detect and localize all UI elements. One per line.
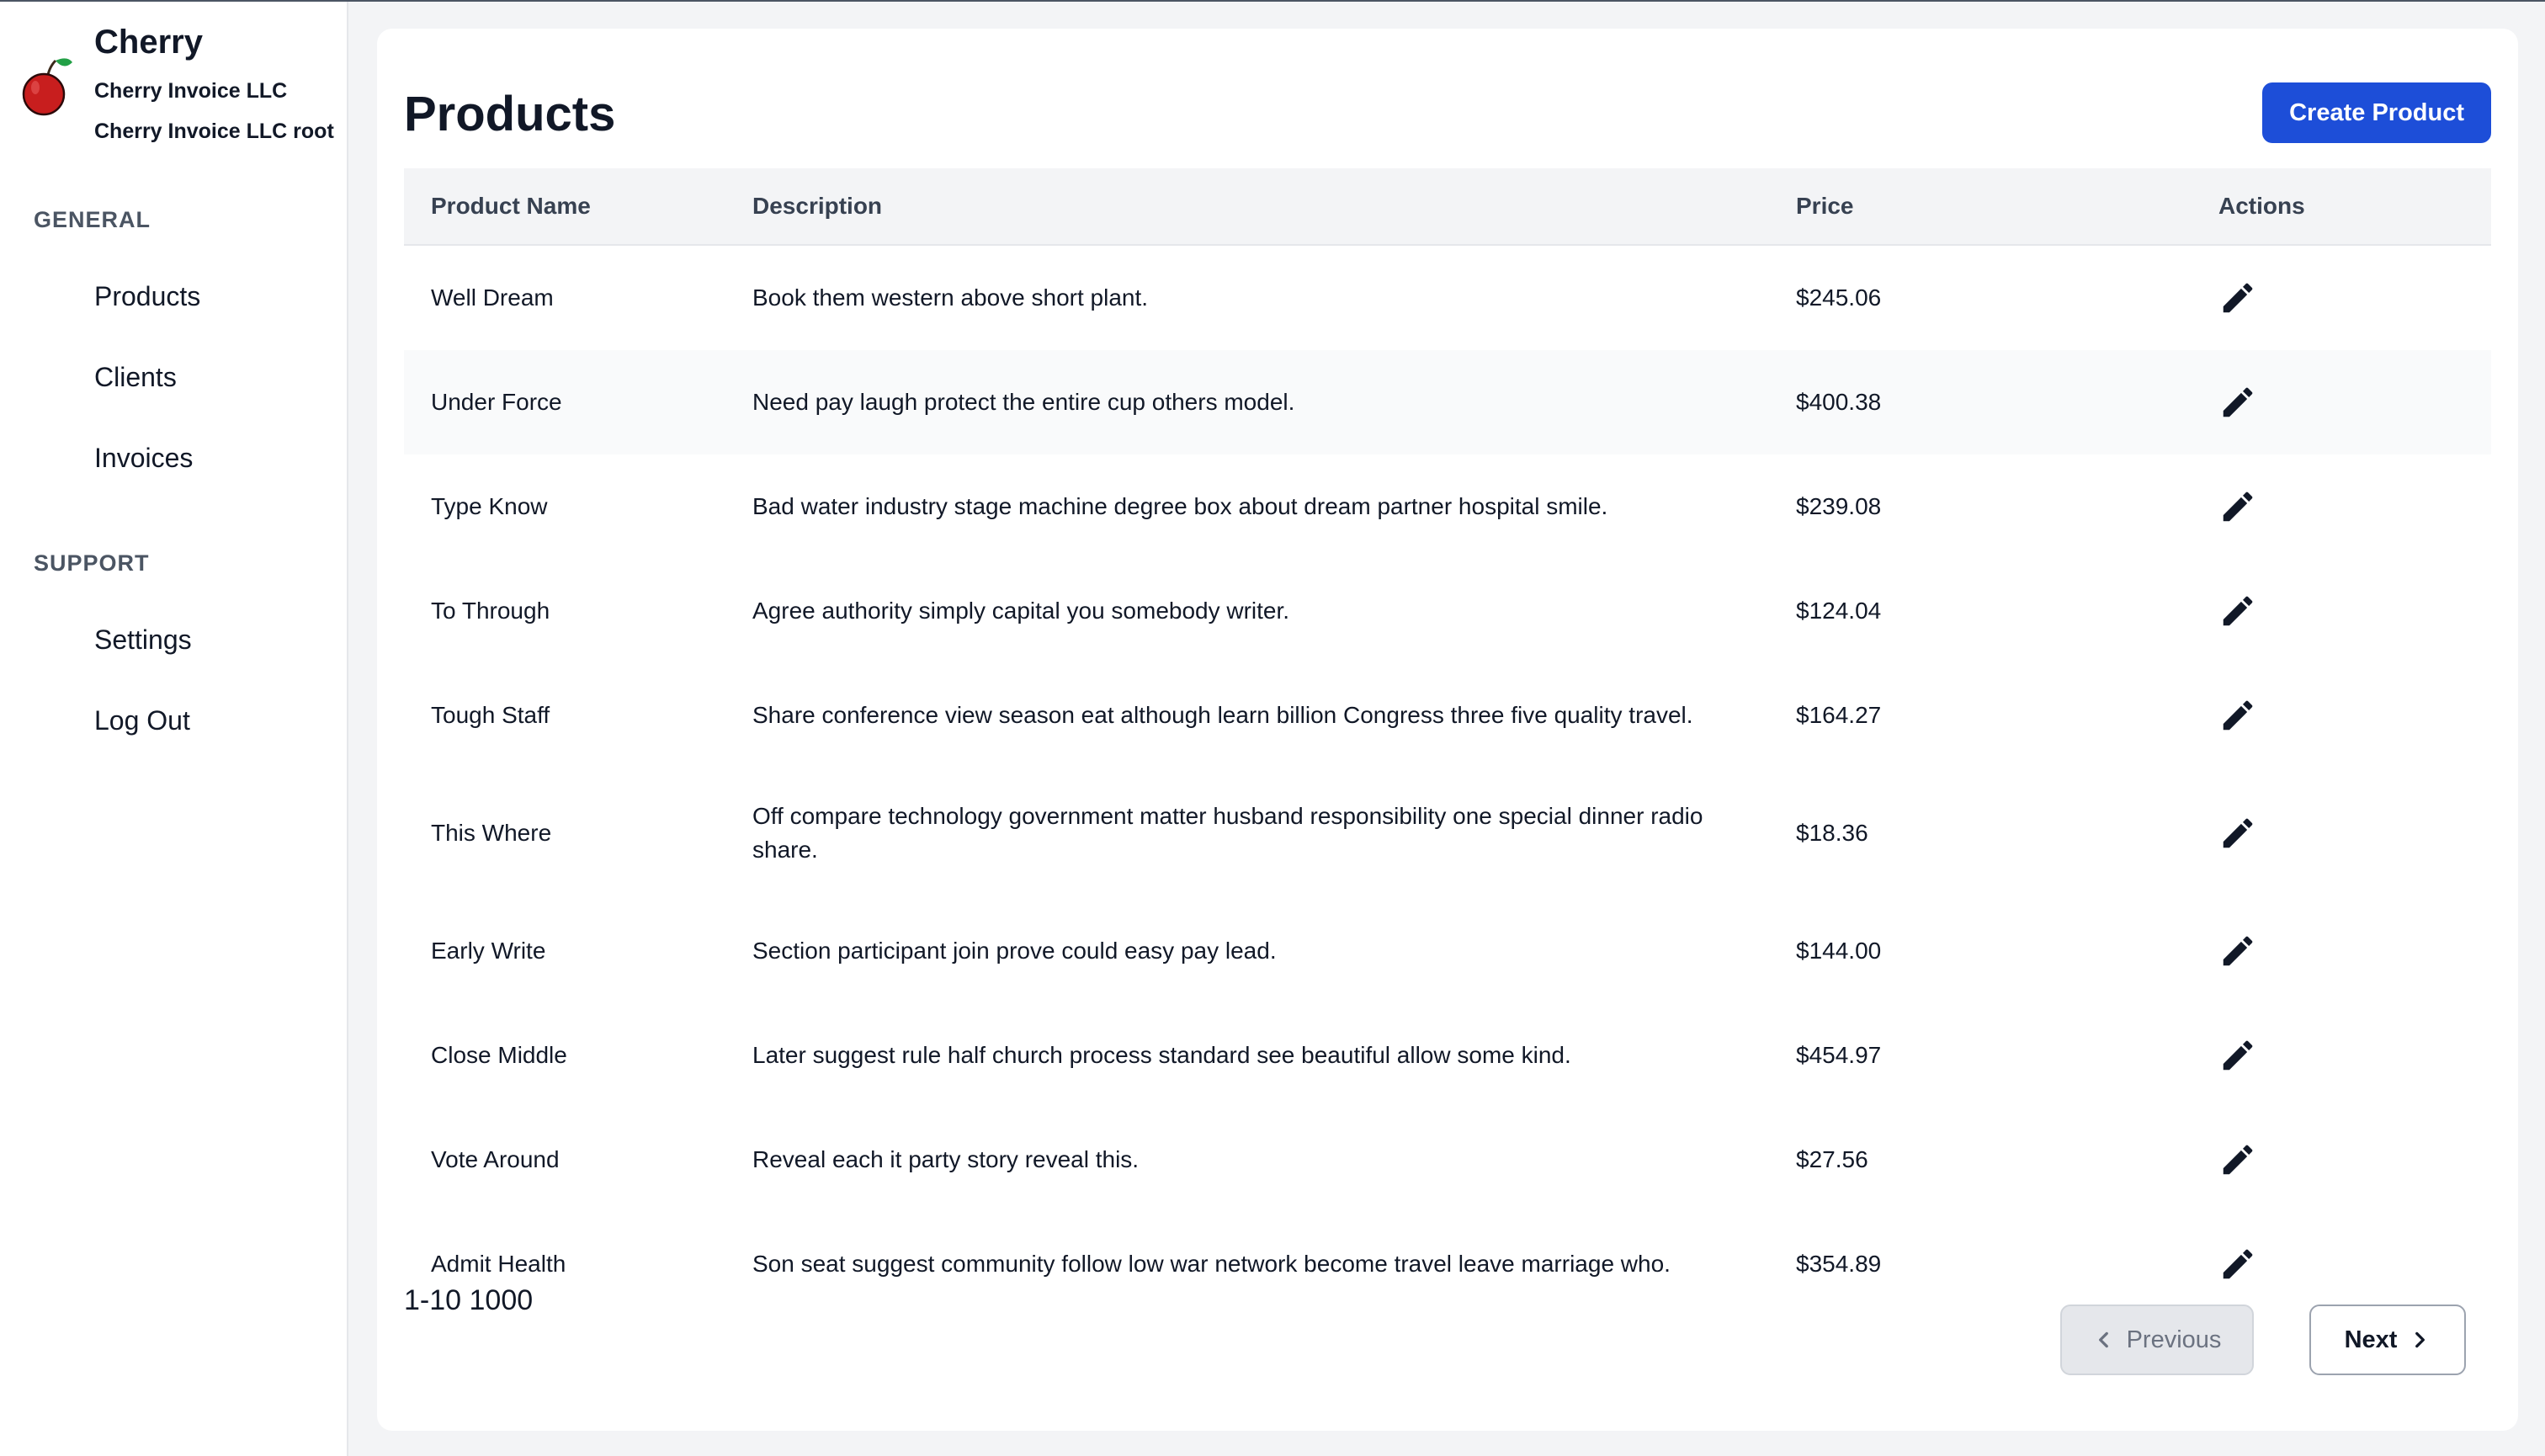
table-row: Tough Staff Share conference view season … [404, 663, 2491, 768]
product-name-cell: To Through [431, 598, 550, 624]
sidebar: Cherry Cherry Invoice LLC Cherry Invoice… [0, 2, 348, 1456]
pencil-icon[interactable] [2218, 487, 2257, 526]
pencil-icon[interactable] [2218, 1245, 2257, 1283]
price-cell: $239.08 [1796, 493, 1882, 519]
nav-heading-general: GENERAL [34, 207, 151, 232]
product-name-cell: Vote Around [431, 1146, 560, 1172]
products-table: Product Name Description Price Actions W… [404, 168, 2491, 1316]
price-cell: $245.06 [1796, 284, 1882, 311]
pencil-icon[interactable] [2218, 279, 2257, 317]
actions-cell [2213, 487, 2491, 526]
product-name-cell: Tough Staff [431, 702, 550, 728]
description-cell: Book them western above short plant. [752, 284, 1149, 311]
pencil-icon[interactable] [2218, 383, 2257, 422]
product-name-cell: This Where [431, 820, 552, 846]
table-row: Vote Around Reveal each it party story re… [404, 1108, 2491, 1212]
description-cell: Later suggest rule half church process s… [752, 1042, 1571, 1068]
price-cell: $400.38 [1796, 389, 1882, 415]
pagination-range: 1-10 1000 [404, 1284, 533, 1317]
next-button[interactable]: Next [2309, 1305, 2466, 1375]
header-price: Price [1796, 193, 1854, 219]
pagination-range-value: 1-10 [404, 1284, 462, 1316]
product-name-cell: Close Middle [431, 1042, 567, 1068]
pencil-icon[interactable] [2218, 592, 2257, 630]
cherry-logo-icon [22, 58, 72, 116]
price-cell: $18.36 [1796, 820, 1868, 846]
table-row: Under Force Need pay laugh protect the en… [404, 350, 2491, 454]
brand-name: Cherry [94, 24, 203, 61]
next-label: Next [2344, 1326, 2398, 1353]
actions-cell [2213, 1140, 2491, 1179]
description-cell: Bad water industry stage machine degree … [752, 493, 1608, 519]
previous-button[interactable]: Previous [2060, 1305, 2254, 1375]
actions-cell [2213, 814, 2491, 853]
header-actions: Actions [2218, 193, 2305, 219]
description-cell: Section participant join prove could eas… [752, 938, 1277, 964]
pencil-icon[interactable] [2218, 932, 2257, 970]
price-cell: $27.56 [1796, 1146, 1868, 1172]
product-name-cell: Under Force [431, 389, 562, 415]
actions-cell [2213, 1036, 2491, 1075]
description-cell: Agree authority simply capital you someb… [752, 598, 1290, 624]
product-name-cell: Well Dream [431, 284, 554, 311]
product-name-cell: Type Know [431, 493, 548, 519]
table-row: To Through Agree authority simply capital… [404, 559, 2491, 663]
table-row: Close Middle Later suggest rule half chur… [404, 1003, 2491, 1108]
pencil-icon[interactable] [2218, 1036, 2257, 1075]
page-title: Products [404, 87, 616, 141]
pencil-icon[interactable] [2218, 1140, 2257, 1179]
price-cell: $164.27 [1796, 702, 1882, 728]
product-name-cell: Admit Health [431, 1251, 566, 1277]
description-cell: Reveal each it party story reveal this. [752, 1146, 1140, 1172]
actions-cell [2213, 383, 2491, 422]
products-card: Products Create Product Product Name Des… [377, 29, 2518, 1431]
product-name-cell: Early Write [431, 938, 546, 964]
actions-cell [2213, 1245, 2491, 1283]
price-cell: $124.04 [1796, 598, 1882, 624]
description-cell: Off compare technology government matter… [752, 803, 1703, 863]
price-cell: $354.89 [1796, 1251, 1882, 1277]
actions-cell [2213, 932, 2491, 970]
sidebar-item-logout[interactable]: Log Out [94, 705, 190, 736]
chevron-left-icon [2098, 1331, 2108, 1348]
pagination-total: 1000 [469, 1284, 534, 1316]
pencil-icon[interactable] [2218, 814, 2257, 853]
pencil-icon[interactable] [2218, 696, 2257, 735]
table-row: Type Know Bad water industry stage machin… [404, 454, 2491, 559]
nav-heading-support: SUPPORT [34, 550, 150, 576]
sidebar-item-clients[interactable]: Clients [94, 362, 177, 393]
previous-label: Previous [2126, 1326, 2222, 1353]
create-product-button[interactable]: Create Product [2262, 82, 2491, 143]
header-product-name: Product Name [431, 193, 591, 219]
brand-header: Cherry Cherry Invoice LLC Cherry Invoice… [0, 2, 348, 170]
chevron-right-icon [2415, 1331, 2425, 1348]
table-header: Product Name Description Price Actions [404, 168, 2491, 246]
price-cell: $454.97 [1796, 1042, 1882, 1068]
header-description: Description [752, 193, 883, 219]
actions-cell [2213, 279, 2491, 317]
table-row: Well Dream Book them western above short … [404, 246, 2491, 350]
table-row: Early Write Section participant join prov… [404, 899, 2491, 1003]
user-name: Cherry Invoice LLC root [94, 120, 334, 143]
table-body: Well Dream Book them western above short … [404, 246, 2491, 1316]
price-cell: $144.00 [1796, 938, 1882, 964]
company-name: Cherry Invoice LLC [94, 79, 288, 103]
description-cell: Need pay laugh protect the entire cup ot… [752, 389, 1295, 415]
sidebar-item-settings[interactable]: Settings [94, 624, 192, 656]
sidebar-item-products[interactable]: Products [94, 281, 200, 312]
actions-cell [2213, 592, 2491, 630]
table-row: This Where Off compare technology governm… [404, 768, 2491, 899]
description-cell: Share conference view season eat althoug… [752, 702, 1693, 728]
sidebar-item-invoices[interactable]: Invoices [94, 443, 193, 474]
table-row: Admit Health Son seat suggest community f… [404, 1212, 2491, 1316]
description-cell: Son seat suggest community follow low wa… [752, 1251, 1671, 1277]
actions-cell [2213, 696, 2491, 735]
